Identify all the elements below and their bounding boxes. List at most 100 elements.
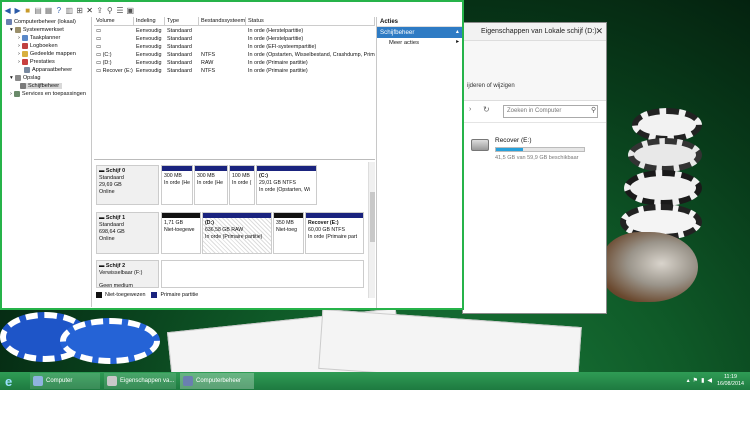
close-icon[interactable]: ✕: [595, 26, 603, 37]
table-cell: [201, 43, 246, 51]
volume-list: Volume Indeling Type Bestandssysteem Sta…: [94, 17, 375, 160]
up-folder-icon[interactable]: ■: [24, 6, 31, 15]
taskbar-item-properties[interactable]: Eigenschappen va...: [104, 373, 176, 389]
disk-label-0[interactable]: ▬ Schijf 0 Standaard 29,69 GB Online: [96, 165, 159, 205]
delete-icon[interactable]: ✕: [86, 6, 93, 15]
legend-swatch-unallocated: [96, 291, 102, 298]
expand-icon[interactable]: ›: [18, 43, 20, 49]
vertical-scrollbar[interactable]: [368, 162, 375, 298]
search-icon[interactable]: ⚲: [591, 106, 596, 114]
connect-icon[interactable]: ⊞: [76, 6, 83, 15]
expand-icon[interactable]: ›: [18, 59, 20, 65]
disk-icon: ▬: [99, 215, 106, 221]
help-icon[interactable]: ?: [55, 6, 62, 15]
properties-icon[interactable]: ▦: [45, 6, 53, 15]
table-cell: Eenvoudig: [136, 28, 162, 34]
disk-size: 698,64 GB: [99, 229, 125, 235]
tree-item-gedeelde-mappen[interactable]: › Gedeelde mappen: [18, 51, 76, 57]
explorer-window[interactable]: Eigenschappen van Lokale schijf (D:) ✕ i…: [462, 22, 607, 314]
clock-date: 16/08/2014: [717, 381, 744, 387]
tree-item-logboeken[interactable]: › Logboeken: [18, 43, 58, 49]
console-tree-icon[interactable]: ▤: [34, 6, 42, 15]
explorer-window-title: Eigenschappen van Lokale schijf (D:): [481, 28, 597, 35]
internet-explorer-icon: e: [5, 373, 13, 389]
actions-more-actions[interactable]: Meer acties ▸: [377, 38, 462, 48]
export-icon[interactable]: ⇪: [96, 6, 103, 15]
table-cell: ▭: [96, 35, 134, 43]
explorer-title-bar[interactable]: Eigenschappen van Lokale schijf (D:) ✕: [463, 23, 606, 41]
expand-icon[interactable]: ›: [18, 35, 20, 41]
partition-disk1-unallocated-2[interactable]: 350 MB Niet-toeg: [273, 212, 304, 254]
partition-disk0-c[interactable]: (C:) 29,01 GB NTFS In orde (Opstarten, Wi: [256, 165, 317, 205]
column-header-type[interactable]: Type: [165, 17, 199, 26]
table-cell: Standaard: [167, 28, 192, 34]
partition-disk1-unallocated-1[interactable]: 1,71 GB Niet-toegewe: [161, 212, 201, 254]
expand-icon[interactable]: ›: [18, 51, 20, 57]
scrollbar-thumb[interactable]: [370, 192, 375, 242]
volume-icon[interactable]: ◀: [707, 377, 712, 384]
tree-item-services[interactable]: › Services en toepassingen: [10, 91, 86, 97]
partition-disk0-1[interactable]: 300 MB In orde (He: [161, 165, 193, 205]
search-input[interactable]: Zoeken in Computer: [503, 105, 598, 118]
computer-management-window[interactable]: ◀ ▶ ■ ▤ ▦ ? ▥ ⊞ ✕ ⇪ ⚲ ☰ ▣ Computerbeheer…: [0, 0, 464, 310]
legend-label-unallocated: Niet-toegewezen: [105, 291, 146, 298]
table-cell: ▭ (C:): [96, 51, 134, 59]
table-cell: ▭: [96, 27, 134, 35]
tree-item-computerbeheer[interactable]: Computerbeheer (lokaal): [6, 19, 76, 25]
view-icon[interactable]: ▣: [126, 6, 134, 15]
volume-icon: ▭: [96, 28, 102, 34]
actions-section-schijfbeheer[interactable]: Schijfbeheer ▴: [377, 27, 462, 38]
chevron-right-icon[interactable]: ›: [469, 106, 471, 113]
refresh-icon[interactable]: ↻: [483, 105, 490, 114]
legend-label-primary: Primaire partitie: [160, 291, 199, 298]
disk-status: Online: [99, 236, 115, 242]
tree-item-schijfbeheer[interactable]: Schijfbeheer: [20, 83, 63, 89]
collapse-icon[interactable]: ▴: [456, 28, 459, 35]
expand-icon[interactable]: ▾: [10, 27, 13, 33]
legend-swatch-primary: [151, 291, 158, 298]
tree-item-prestaties[interactable]: › Prestaties: [18, 59, 55, 65]
forward-icon[interactable]: ▶: [14, 6, 21, 15]
partition-disk1-e[interactable]: Recover (E:) 60,00 GB NTFS In orde (Primai…: [305, 212, 364, 254]
expand-icon[interactable]: ›: [10, 91, 12, 97]
disk-label-2[interactable]: ▬ Schijf 2 Verwisselbaar (F:) Geen mediu…: [96, 260, 159, 289]
list-view-icon[interactable]: ▥: [65, 6, 73, 15]
disk-type: Standaard: [99, 222, 124, 228]
tree-item-taakplanner[interactable]: › Taakplanner: [18, 35, 60, 41]
legend: Niet-toegewezen Primaire partitie: [96, 290, 198, 299]
partition-bar: [257, 166, 316, 171]
partition-disk1-d[interactable]: (D:) 636,58 GB RAW In orde (Primaire parti…: [202, 212, 272, 254]
properties-sheet-icon[interactable]: ☰: [116, 6, 123, 15]
clock[interactable]: 11:19 16/08/2014: [717, 374, 744, 388]
network-icon[interactable]: ▮: [701, 377, 704, 384]
column-header-bestandssysteem[interactable]: Bestandssysteem: [199, 17, 246, 26]
column-header-indeling[interactable]: Indeling: [134, 17, 165, 26]
partition-bar: [274, 213, 303, 218]
hard-drive-icon: [471, 139, 489, 151]
taskbar-item-computerbeheer[interactable]: Computerbeheer: [180, 373, 254, 389]
taskbar-item-computer[interactable]: Computer: [30, 373, 100, 389]
flag-icon[interactable]: ⚑: [693, 377, 698, 384]
tree-item-apparaatbeheer[interactable]: Apparaatbeheer: [24, 67, 72, 73]
ribbon-uninstall-change[interactable]: ijderen of wijzigen: [467, 83, 515, 89]
partition-disk2-empty[interactable]: [161, 260, 364, 288]
partition-disk0-2[interactable]: 300 MB In orde (He: [194, 165, 228, 205]
console-tree: Computerbeheer (lokaal) ▾ Systeemwerkset …: [4, 17, 92, 307]
back-icon[interactable]: ◀: [4, 6, 11, 15]
column-header-volume[interactable]: Volume: [94, 17, 134, 26]
disk-label-1[interactable]: ▬ Schijf 1 Standaard 698,64 GB Online: [96, 212, 159, 254]
tree-item-systeemwerkset[interactable]: ▾ Systeemwerkset: [10, 27, 64, 33]
table-cell: ▭ (D:): [96, 59, 134, 67]
partition-disk0-3[interactable]: 100 MB In orde (: [229, 165, 255, 205]
table-cell: Standaard: [167, 68, 192, 74]
internet-explorer-button[interactable]: e: [2, 373, 24, 389]
tree-item-opslag[interactable]: ▾ Opslag: [10, 75, 41, 81]
show-hidden-icons-icon[interactable]: ▴: [687, 377, 690, 384]
column-header-status[interactable]: Status: [246, 17, 375, 26]
storage-icon: [14, 75, 21, 81]
drive-tile-recover[interactable]: Recover (E:) 41,5 GB van 59,9 GB beschik…: [471, 135, 601, 165]
table-cell: Eenvoudig: [136, 68, 162, 74]
search-icon[interactable]: ⚲: [106, 6, 113, 15]
expand-icon[interactable]: ▾: [10, 75, 13, 81]
table-cell: ▭ Recover (E:): [96, 67, 134, 75]
